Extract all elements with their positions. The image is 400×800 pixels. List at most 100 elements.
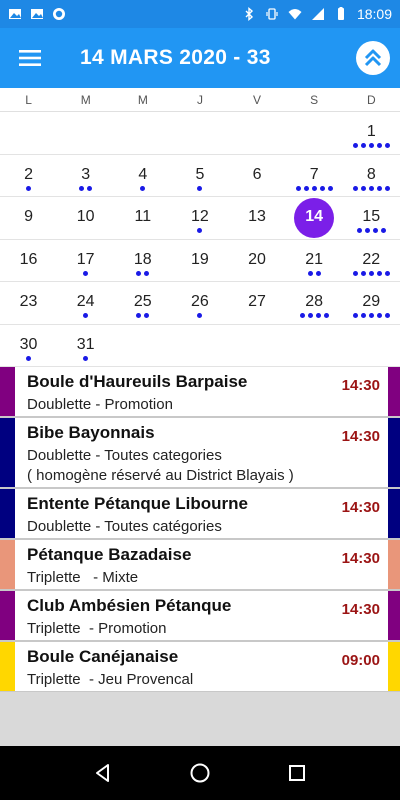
event-item[interactable]: Bibe Bayonnais Doublette - Toutes categor… <box>0 418 400 489</box>
calendar-day[interactable]: 22 <box>343 240 400 282</box>
calendar-day[interactable]: 11 <box>114 197 171 239</box>
calendar-day[interactable]: 21 <box>286 240 343 282</box>
calendar-day[interactable]: 4 <box>114 155 171 197</box>
event-dot <box>372 228 378 233</box>
event-category: Doublette - Promotion <box>27 396 173 413</box>
event-dots <box>286 270 343 276</box>
event-item[interactable]: Pétanque Bazadaise Triplette - Mixte 14:30 <box>0 540 400 591</box>
day-number: 16 <box>19 250 38 268</box>
event-time: 14:30 <box>341 428 380 445</box>
event-dots <box>114 185 171 191</box>
calendar-day[interactable]: 3 <box>57 155 114 197</box>
calendar-day[interactable]: 9 <box>0 197 57 239</box>
calendar-day[interactable]: 26 <box>171 282 228 324</box>
recents-square-icon[interactable] <box>287 763 307 783</box>
day-number: 26 <box>191 293 209 310</box>
event-dot <box>144 270 150 276</box>
event-dot <box>26 355 32 361</box>
event-dot <box>360 270 366 276</box>
calendar-day[interactable]: 2 <box>0 155 57 197</box>
event-dots <box>0 185 57 191</box>
day-number: 25 <box>133 293 152 310</box>
event-color-bar-right <box>388 418 400 487</box>
event-item[interactable]: Boule Canéjanaise Triplette - Jeu Provenc… <box>0 642 400 693</box>
calendar-day[interactable]: 13 <box>229 197 286 239</box>
calendar-day[interactable]: 18 <box>114 240 171 282</box>
event-dots <box>0 355 57 361</box>
calendar-day[interactable]: 7 <box>286 155 343 197</box>
event-item[interactable]: Boule d'Haureuils Barpaise Doublette - Pr… <box>0 367 400 418</box>
event-dots <box>343 143 400 148</box>
calendar-day-selected[interactable]: 14 <box>286 197 343 239</box>
weekday-label: V <box>253 93 262 107</box>
event-color-bar-left <box>0 418 15 487</box>
calendar-day[interactable]: 10 <box>57 197 114 239</box>
weekday-label: D <box>366 93 376 107</box>
weekday-label: M <box>80 93 91 107</box>
event-dots <box>343 185 400 191</box>
calendar-day[interactable]: 28 <box>286 282 343 324</box>
calendar-day[interactable]: 8 <box>343 155 400 197</box>
calendar-day[interactable]: 29 <box>343 282 400 324</box>
calendar-day[interactable]: 31 <box>57 325 114 367</box>
day-number: 15 <box>362 208 381 225</box>
app-bar: 14 MARS 2020 - 33 <box>0 28 400 88</box>
event-color-bar-left <box>0 642 15 691</box>
event-dot <box>295 185 301 191</box>
calendar-empty-cell <box>57 112 114 154</box>
home-circle-icon[interactable] <box>189 762 211 784</box>
event-dot <box>307 313 313 318</box>
event-dots <box>286 313 343 318</box>
scroll-up-button[interactable] <box>356 41 390 75</box>
double-chevron-up-icon <box>364 49 382 67</box>
event-dot <box>352 313 358 318</box>
event-dot <box>197 228 203 233</box>
event-dot <box>356 228 362 233</box>
status-time: 18:09 <box>356 6 392 22</box>
day-number: 2 <box>24 165 34 183</box>
calendar-day[interactable]: 1 <box>343 112 400 154</box>
calendar-day[interactable]: 19 <box>171 240 228 282</box>
calendar-day[interactable]: 12 <box>171 197 228 239</box>
event-item[interactable]: Club Ambésien Pétanque Triplette - Promot… <box>0 591 400 642</box>
calendar-day[interactable]: 30 <box>0 325 57 367</box>
day-number: 7 <box>309 165 319 183</box>
event-dot <box>299 313 305 318</box>
vibrate-icon <box>266 8 278 20</box>
day-number: 21 <box>305 250 324 268</box>
event-list: Boule d'Haureuils Barpaise Doublette - Pr… <box>0 367 400 693</box>
calendar-day[interactable]: 15 <box>343 197 400 239</box>
calendar-empty-cell <box>229 112 286 154</box>
calendar-day[interactable]: 25 <box>114 282 171 324</box>
day-number: 28 <box>305 293 324 310</box>
calendar-day[interactable]: 20 <box>229 240 286 282</box>
calendar-day[interactable]: 17 <box>57 240 114 282</box>
event-dot <box>368 143 374 148</box>
weekday-label: S <box>310 93 319 107</box>
event-time: 14:30 <box>341 499 380 516</box>
calendar-day[interactable]: 5 <box>171 155 228 197</box>
event-dot <box>144 313 150 318</box>
event-dots <box>57 313 114 318</box>
event-item[interactable]: Entente Pétanque Libourne Doublette - Tou… <box>0 489 400 540</box>
calendar-day[interactable]: 27 <box>229 282 286 324</box>
event-dot <box>83 270 89 276</box>
calendar-day[interactable]: 23 <box>0 282 57 324</box>
calendar-day[interactable]: 24 <box>57 282 114 324</box>
event-dots <box>114 313 171 318</box>
calendar-week-row: 30 31 <box>0 325 400 367</box>
calendar-day[interactable]: 16 <box>0 240 57 282</box>
calendar-day[interactable]: 6 <box>229 155 286 197</box>
day-number: 8 <box>366 165 376 183</box>
circle-app-icon <box>53 8 65 20</box>
calendar-empty-cell <box>114 325 171 367</box>
event-dot <box>376 143 382 148</box>
back-triangle-icon[interactable] <box>93 763 113 783</box>
day-number: 19 <box>191 250 209 268</box>
calendar-empty-cell <box>229 325 286 367</box>
event-dot <box>83 313 89 318</box>
menu-button[interactable] <box>0 28 60 88</box>
event-dot <box>380 228 386 233</box>
status-right-icons: 18:09 <box>242 6 392 22</box>
event-time: 14:30 <box>341 601 380 618</box>
